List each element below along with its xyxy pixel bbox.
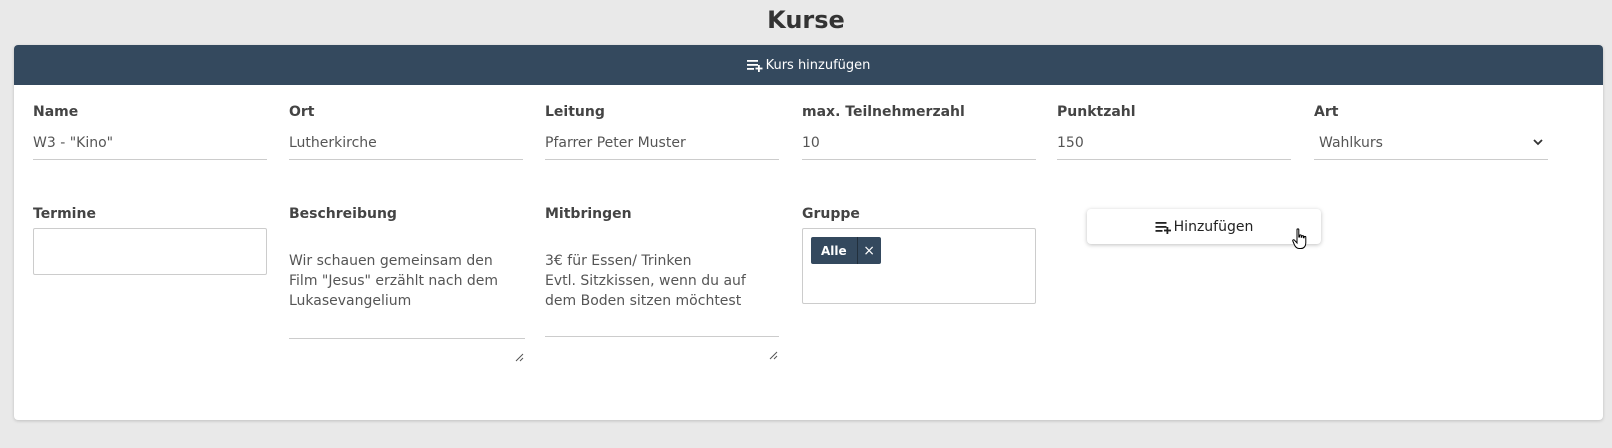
mitbringen-text: 3€ für Essen/ Trinken Evtl. Sitzkissen, … bbox=[545, 253, 746, 309]
art-field: Art Wahlkurs bbox=[1314, 104, 1548, 160]
leitung-field: Leitung bbox=[545, 104, 779, 160]
ort-input[interactable] bbox=[289, 126, 523, 160]
course-form-card: Kurs hinzufügen Name Ort Leitung max. Te… bbox=[14, 45, 1603, 420]
name-label: Name bbox=[33, 104, 79, 120]
termine-field: Termine bbox=[33, 206, 267, 275]
add-button-label: Hinzufügen bbox=[1173, 218, 1254, 235]
gruppe-field: Gruppe Alle × bbox=[802, 206, 1036, 304]
mitbringen-textarea[interactable]: 3€ für Essen/ Trinken Evtl. Sitzkissen, … bbox=[545, 228, 779, 360]
max-participants-label: max. Teilnehmerzahl bbox=[802, 104, 965, 120]
add-course-header[interactable]: Kurs hinzufügen bbox=[14, 45, 1603, 85]
punktzahl-field: Punktzahl bbox=[1057, 104, 1291, 160]
gruppe-label: Gruppe bbox=[802, 206, 860, 222]
tag-alle: Alle × bbox=[811, 237, 881, 264]
playlist-add-icon bbox=[746, 58, 763, 72]
max-participants-input[interactable] bbox=[802, 126, 1036, 160]
punktzahl-input[interactable] bbox=[1057, 126, 1291, 160]
hand-cursor-icon bbox=[1292, 228, 1308, 254]
tag-label: Alle bbox=[821, 243, 847, 258]
art-select-value: Wahlkurs bbox=[1319, 134, 1383, 151]
playlist-add-icon bbox=[1155, 220, 1172, 234]
resize-handle-icon[interactable] bbox=[769, 326, 778, 360]
gruppe-multiselect[interactable]: Alle × bbox=[802, 228, 1036, 304]
art-label: Art bbox=[1314, 104, 1339, 120]
mitbringen-label: Mitbringen bbox=[545, 206, 632, 222]
resize-handle-icon[interactable] bbox=[515, 328, 524, 362]
ort-label: Ort bbox=[289, 104, 315, 120]
beschreibung-text: Wir schauen gemeinsam den Film "Jesus" e… bbox=[289, 253, 499, 309]
tag-remove-icon[interactable]: × bbox=[856, 237, 881, 264]
page-title: Kurse bbox=[767, 6, 845, 34]
beschreibung-textarea[interactable]: Wir schauen gemeinsam den Film "Jesus" e… bbox=[289, 228, 525, 362]
chevron-down-icon bbox=[1532, 136, 1544, 152]
mitbringen-field: Mitbringen 3€ für Essen/ Trinken Evtl. S… bbox=[545, 206, 779, 360]
termine-input[interactable] bbox=[33, 228, 267, 275]
add-course-header-label: Kurs hinzufügen bbox=[765, 57, 871, 73]
add-button[interactable]: Hinzufügen bbox=[1087, 209, 1321, 244]
leitung-input[interactable] bbox=[545, 126, 779, 160]
name-input[interactable] bbox=[33, 126, 267, 160]
beschreibung-label: Beschreibung bbox=[289, 206, 397, 222]
max-participants-field: max. Teilnehmerzahl bbox=[802, 104, 1036, 160]
ort-field: Ort bbox=[289, 104, 523, 160]
beschreibung-field: Beschreibung Wir schauen gemeinsam den F… bbox=[289, 206, 525, 362]
leitung-label: Leitung bbox=[545, 104, 605, 120]
punktzahl-label: Punktzahl bbox=[1057, 104, 1136, 120]
name-field: Name bbox=[33, 104, 267, 160]
art-select[interactable]: Wahlkurs bbox=[1314, 126, 1548, 160]
termine-label: Termine bbox=[33, 206, 96, 222]
